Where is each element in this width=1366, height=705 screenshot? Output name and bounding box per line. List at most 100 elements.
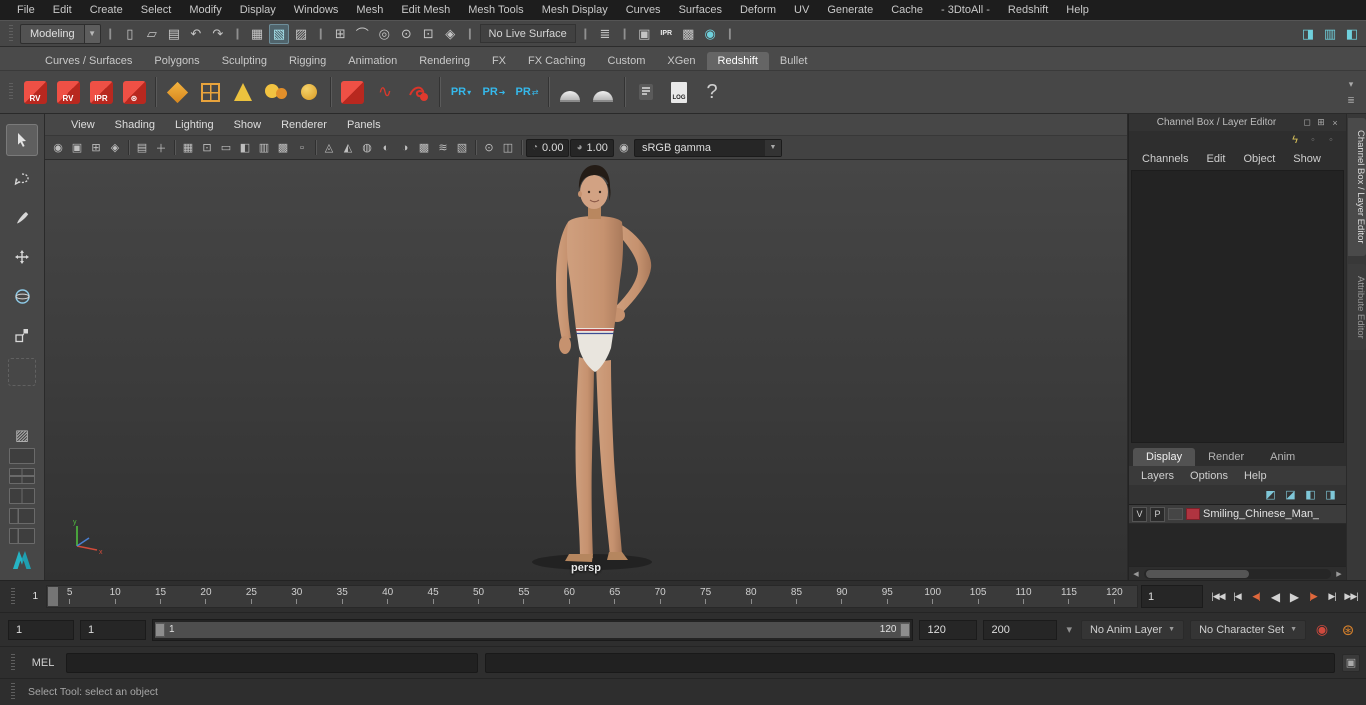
playback-end-field[interactable]: 120: [919, 619, 978, 640]
film-gate-icon[interactable]: ⊡: [198, 139, 216, 157]
play-forwards-button[interactable]: ▶: [1285, 587, 1303, 607]
timeline-tick-label[interactable]: 40: [365, 587, 410, 607]
viewport-canvas[interactable]: y x persp: [45, 160, 1127, 580]
select-object-icon[interactable]: ▧: [269, 23, 290, 44]
menubar-item[interactable]: - 3DtoAll -: [932, 0, 999, 20]
shelf-tab-curves-surfaces[interactable]: Curves / Surfaces: [34, 52, 143, 70]
command-result-field[interactable]: [485, 652, 1335, 673]
lock-camera-icon[interactable]: ▣: [68, 139, 86, 157]
gate-mask-icon[interactable]: ◧: [236, 139, 254, 157]
isolate-select-icon[interactable]: ⊙: [480, 139, 498, 157]
playback-start-field[interactable]: 1: [80, 619, 146, 640]
go-to-end-button[interactable]: ▶▶|: [1342, 587, 1360, 607]
timeline-tick-label[interactable]: 25: [229, 587, 274, 607]
select-component-icon[interactable]: ▨: [291, 24, 311, 44]
textured-display-icon[interactable]: ◍: [358, 139, 376, 157]
menubar-item[interactable]: Edit Mesh: [392, 0, 459, 20]
menubar-item[interactable]: Generate: [818, 0, 882, 20]
shelf-tab-rigging[interactable]: Rigging: [278, 52, 337, 70]
camera-attributes-icon[interactable]: ⊞: [87, 139, 105, 157]
timeline-tick-label[interactable]: 100: [910, 587, 955, 607]
timeline-tick-label[interactable]: 35: [320, 587, 365, 607]
render-view-icon[interactable]: ◉: [700, 24, 720, 44]
tab-attribute-editor[interactable]: Attribute Editor: [1348, 263, 1366, 351]
panel-menu-item[interactable]: Shading: [105, 119, 165, 131]
safe-action-icon[interactable]: ▩: [274, 139, 292, 157]
timeline-tick-label[interactable]: 115: [1046, 587, 1091, 607]
lasso-tool-button[interactable]: [6, 163, 38, 195]
channel-box-menu-item[interactable]: Show: [1284, 153, 1330, 165]
timeline-tick-label[interactable]: 10: [92, 587, 137, 607]
menubar-item[interactable]: Redshift: [999, 0, 1057, 20]
layer-playback-toggle[interactable]: P: [1150, 506, 1165, 522]
scroll-right-icon[interactable]: ▶: [1332, 568, 1346, 580]
safe-title-icon[interactable]: ▫: [293, 139, 311, 157]
anim-layer-dropdown[interactable]: No Anim Layer ▼: [1080, 619, 1185, 640]
render-frame-icon[interactable]: ▣: [634, 24, 654, 44]
paint-select-tool-button[interactable]: [6, 202, 38, 234]
save-scene-icon[interactable]: ▤: [164, 24, 184, 44]
command-line-grip[interactable]: [11, 653, 15, 672]
timeline-tick-label[interactable]: 60: [547, 587, 592, 607]
range-slider-bar[interactable]: 1 120: [155, 621, 911, 638]
shelf-tab-custom[interactable]: Custom: [597, 52, 657, 70]
screen-space-ao-icon[interactable]: ▩: [415, 139, 433, 157]
menubar-item[interactable]: Edit: [44, 0, 81, 20]
layer-color-swatch[interactable]: [1186, 508, 1200, 520]
shelf-tab-redshift[interactable]: Redshift: [706, 52, 769, 70]
snap-view-plane-icon[interactable]: ⊡: [418, 24, 438, 44]
group-expander-icon[interactable]: ❙: [617, 27, 632, 40]
redshift-render-settings-icon[interactable]: ⊛: [118, 74, 150, 110]
redshift-ies-light-icon[interactable]: [630, 74, 662, 110]
redshift-help-icon[interactable]: ?: [696, 74, 728, 110]
redshift-toon-material-icon[interactable]: [260, 74, 292, 110]
pin-panel-icon[interactable]: ◻: [1300, 116, 1314, 130]
menubar-item[interactable]: Help: [1057, 0, 1098, 20]
script-editor-icon[interactable]: ▣: [1342, 653, 1360, 672]
menubar-item[interactable]: Surfaces: [670, 0, 731, 20]
range-slider-track[interactable]: 1 120: [152, 618, 914, 641]
redshift-environment-icon[interactable]: [227, 74, 259, 110]
shelf-tab-xgen[interactable]: XGen: [656, 52, 706, 70]
tab-render-layers[interactable]: Render: [1195, 448, 1257, 466]
step-back-key-button[interactable]: ◀|: [1247, 587, 1265, 607]
menubar-item[interactable]: Cache: [882, 0, 932, 20]
timeline-tick-label[interactable]: 50: [456, 587, 501, 607]
exposure-field[interactable]: ◔ 0.00: [526, 138, 570, 157]
snap-grid-icon[interactable]: ⊞: [330, 24, 350, 44]
last-tool-slot[interactable]: [8, 358, 36, 386]
command-language-button[interactable]: MEL: [27, 657, 59, 669]
maya-logo-icon[interactable]: [9, 548, 35, 572]
view-transform-dropdown[interactable]: sRGB gamma ▼: [633, 138, 782, 157]
scroll-left-icon[interactable]: ◀: [1129, 568, 1143, 580]
menubar-item[interactable]: Mesh: [347, 0, 392, 20]
timeline-ruler[interactable]: 5 10 15 20 25 30 35 40 45 50 55 60 65 70 75 80 85 90 95 100…: [46, 585, 1138, 608]
move-layer-down-icon[interactable]: ◪: [1283, 487, 1298, 502]
tab-anim-layers[interactable]: Anim: [1257, 448, 1308, 466]
range-start-handle[interactable]: [155, 622, 165, 637]
render-settings-icon[interactable]: ▩: [678, 24, 698, 44]
redshift-physical-sky-icon[interactable]: [587, 74, 619, 110]
group-expander-icon[interactable]: ❙: [462, 27, 477, 40]
help-line-grip[interactable]: [11, 683, 15, 701]
status-line-grip[interactable]: [9, 24, 13, 43]
shelf-menu-icon[interactable]: ▾: [1343, 77, 1359, 91]
display-layer-row[interactable]: V P Smiling_Chinese_Man_: [1129, 505, 1346, 524]
step-forward-key-button[interactable]: |▶: [1304, 587, 1322, 607]
timeline-tick-label[interactable]: 70: [637, 587, 682, 607]
timeline-tick-label[interactable]: 20: [183, 587, 228, 607]
channel-list-area[interactable]: [1131, 170, 1344, 443]
channel-box-menu-item[interactable]: Channels: [1133, 153, 1197, 165]
menubar-item[interactable]: Mesh Display: [533, 0, 617, 20]
construction-history-icon[interactable]: ≣: [595, 24, 615, 44]
scrollbar-thumb[interactable]: [1146, 569, 1249, 578]
make-live-icon[interactable]: ◈: [440, 24, 460, 44]
timeline-tick-label[interactable]: 45: [410, 587, 455, 607]
animation-end-field[interactable]: 200: [983, 619, 1058, 640]
timeline-tick-label[interactable]: 5: [47, 587, 92, 607]
auto-keyframe-toggle-icon[interactable]: ◉: [1312, 620, 1332, 640]
motion-blur-icon[interactable]: ≋: [434, 139, 452, 157]
layer-list-scrollbar[interactable]: ◀ ▶: [1129, 566, 1346, 580]
layout-four-pane-button[interactable]: [9, 468, 35, 484]
ipr-render-icon[interactable]: IPR: [656, 24, 676, 44]
